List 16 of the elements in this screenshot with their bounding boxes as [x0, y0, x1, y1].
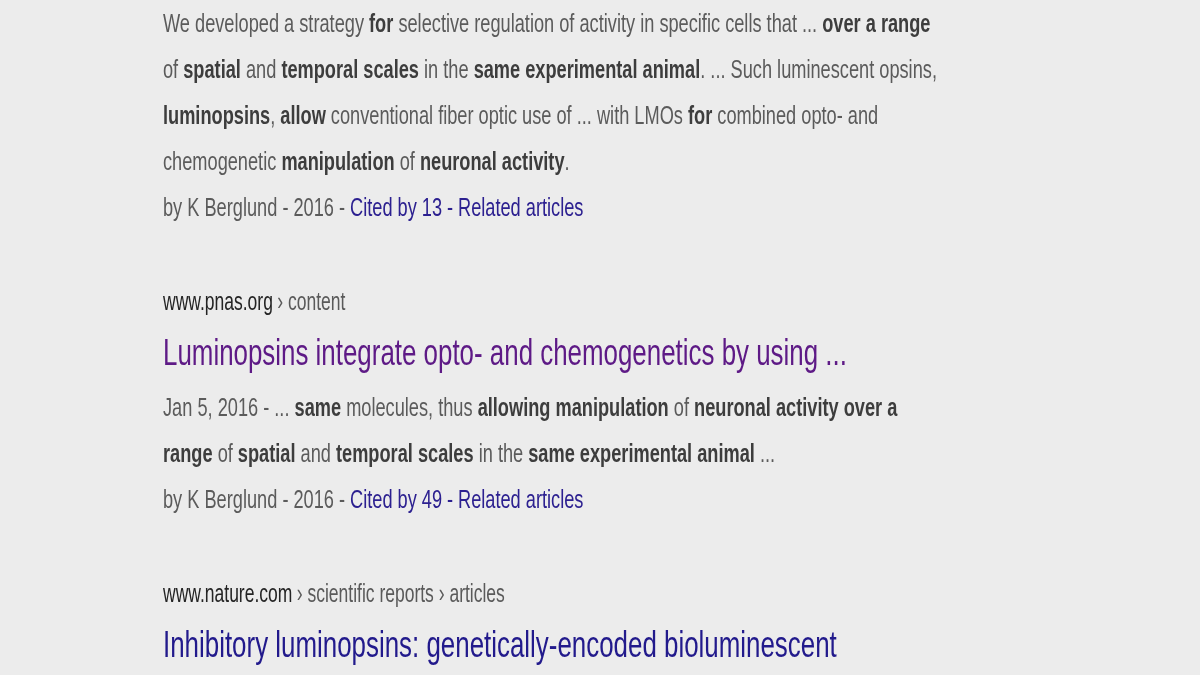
result-title-link[interactable]: Inhibitory luminopsins: genetically-encoded bioluminescent: [163, 620, 837, 670]
result-snippet: We developed a strategy for selective regulation of activity in specific cells that ... over a range of spatial and temporal scales in the same experimental animal. ... Such luminescent opsins, luminopsins, allow conventional fiber optic use of ... with LMOs for combined opto- and chemogenetic manipulation of neuronal activity.: [163, 7, 938, 178]
related-link[interactable]: Related articles: [458, 184, 584, 230]
url-breadcrumb: › scientific reports › articles: [296, 578, 505, 609]
related-link[interactable]: Related articles: [458, 476, 584, 522]
author-byline: by K Berglund - 2016 -: [163, 483, 346, 516]
citation-link[interactable]: Cited by 13: [350, 184, 443, 230]
result-title-link[interactable]: Luminopsins integrate opto- and chemogenetics by using ...: [163, 328, 847, 378]
site-url: www.nature.com: [163, 578, 293, 609]
result-snippet: Jan 5, 2016 - ... same molecules, thus allowing manipulation of neuronal activity over a range of spatial and temporal scales in the same experimental animal ...: [163, 391, 899, 470]
site-url: www.pnas.org: [163, 286, 273, 317]
url-breadcrumb: › content: [277, 286, 346, 317]
author-byline: by K Berglund - 2016 -: [163, 191, 346, 224]
link-separator: -: [447, 191, 454, 224]
citation-link[interactable]: Cited by 49: [350, 476, 443, 522]
link-separator: -: [447, 483, 454, 516]
